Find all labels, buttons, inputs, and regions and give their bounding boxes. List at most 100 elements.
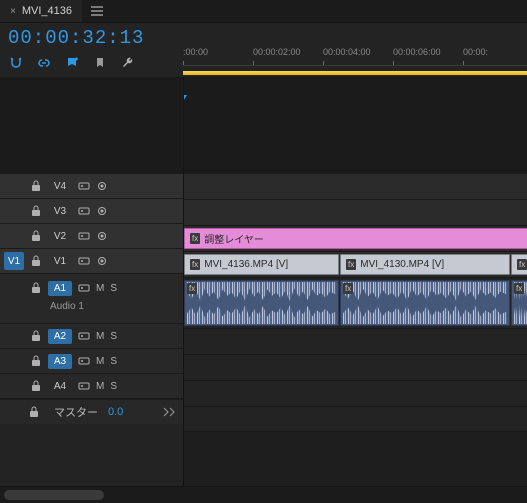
video-clip[interactable]: fxMVI_4130.MP4 [V] [340,254,510,275]
solo-button[interactable]: S [110,331,117,342]
audio-clip[interactable]: fx [511,280,527,326]
settings-wrench-icon[interactable] [120,55,136,71]
linked-selection-icon[interactable] [36,55,52,71]
horizontal-scrollbar[interactable] [0,486,527,503]
master-track-header[interactable]: マスター 0.0 [0,399,183,424]
audio-track-name: Audio 1 [4,301,117,312]
track-target[interactable]: A1 [48,281,72,296]
source-patch[interactable] [4,227,24,245]
snap-icon[interactable] [8,55,24,71]
toggle-track-output-icon[interactable] [96,256,108,266]
track-target[interactable]: V2 [48,229,72,244]
timeline-panel: × MVI_4136 00:00:32:13 [0,0,527,503]
toggle-sync-lock-icon[interactable] [78,206,90,216]
toggle-sync-lock-icon[interactable] [78,283,90,293]
master-out-icon[interactable] [163,407,175,417]
video-clip[interactable]: fxMVI_4136.MP4 [V] [184,254,339,275]
source-patch[interactable] [4,352,24,370]
track-lane-v3[interactable] [184,200,527,226]
toggle-sync-lock-icon[interactable] [78,331,90,341]
lock-icon[interactable] [26,205,46,217]
lock-icon[interactable] [24,406,44,418]
toggle-track-output-icon[interactable] [96,231,108,241]
timeline-body: V4V3V2V1V1 A1MSAudio 1A2MSA3MSA4MS マスター … [0,77,527,486]
clip-label: MVI_4130.MP4 [V] [360,259,444,270]
track-lane-v4[interactable] [184,174,527,200]
track-target[interactable]: A4 [48,379,72,394]
work-area-bar[interactable] [183,71,527,75]
track-lane-master[interactable] [184,407,527,432]
audio-clip[interactable]: fx [340,280,510,326]
track-target[interactable]: A2 [48,329,72,344]
track-header-a2[interactable]: A2 MS [0,324,183,349]
lock-icon[interactable] [26,180,46,192]
lock-icon[interactable] [26,380,46,392]
source-patch[interactable] [4,327,24,345]
track-header-a3[interactable]: A3 MS [0,349,183,374]
track-target[interactable]: V3 [48,204,72,219]
lock-icon[interactable] [26,255,46,267]
track-lane-a1[interactable]: fxfxfx [184,278,527,329]
sequence-tab[interactable]: × MVI_4136 [0,0,82,22]
track-lane-a4[interactable] [184,381,527,407]
toggle-sync-lock-icon[interactable] [78,231,90,241]
toggle-sync-lock-icon[interactable] [78,356,90,366]
solo-button[interactable]: S [110,283,117,294]
toggle-sync-lock-icon[interactable] [78,381,90,391]
track-lanes[interactable]: fx 調整レイヤー fxMVI_4136.MP4 [V]fxMVI_4130.M… [183,77,527,486]
mute-button[interactable]: M [96,381,104,392]
toggle-sync-lock-icon[interactable] [78,181,90,191]
adjustment-layer-clip[interactable]: fx 調整レイヤー [184,228,527,249]
source-patch[interactable] [4,279,24,297]
track-lane-v2[interactable]: fx 調整レイヤー [184,226,527,252]
audio-clip[interactable]: fx [184,280,339,326]
track-target[interactable]: A3 [48,354,72,369]
toggle-track-output-icon[interactable] [96,181,108,191]
track-lane-a2[interactable] [184,329,527,355]
time-ruler-area: :00:0000:00:02:0000:00:04:0000:00:06:000… [183,23,527,77]
track-lane-v1[interactable]: fxMVI_4136.MP4 [V]fxMVI_4130.MP4 [V] fx [184,252,527,278]
lock-icon[interactable] [26,230,46,242]
track-header-v1[interactable]: V1 V1 [0,249,183,274]
lock-icon[interactable] [26,330,46,342]
source-patch[interactable] [4,177,24,195]
mute-button[interactable]: M [96,331,104,342]
solo-button[interactable]: S [110,356,117,367]
track-target[interactable]: V4 [48,179,72,194]
toggle-track-output-icon[interactable] [96,206,108,216]
time-ruler[interactable]: :00:0000:00:02:0000:00:04:0000:00:06:000… [183,47,527,66]
fx-badge-icon: fx [514,283,524,294]
timeline-header: 00:00:32:13 :00:0000:00:0 [0,23,527,77]
track-target[interactable]: V1 [48,254,72,269]
fx-badge-icon: fx [517,259,527,270]
master-label: マスター [54,404,98,420]
track-header-v3[interactable]: V3 [0,199,183,224]
scroll-thumb[interactable] [4,490,104,500]
marker-icon[interactable] [92,55,108,71]
track-header-v2[interactable]: V2 [0,224,183,249]
mute-button[interactable]: M [96,283,104,294]
toggle-sync-lock-icon[interactable] [78,256,90,266]
ruler-tick: 00:00: [463,47,488,57]
lock-icon[interactable] [26,355,46,367]
master-value[interactable]: 0.0 [108,406,123,418]
close-tab-icon[interactable]: × [10,6,16,17]
add-marker-icon[interactable] [64,55,80,71]
mute-button[interactable]: M [96,356,104,367]
track-header-a4[interactable]: A4 MS [0,374,183,399]
track-header-a1[interactable]: A1 MS Audio 1 [0,274,183,324]
track-header-v4[interactable]: V4 [0,174,183,199]
playhead-timecode[interactable]: 00:00:32:13 [8,27,175,49]
panel-menu-icon[interactable] [88,2,106,20]
solo-button[interactable]: S [110,381,117,392]
source-patch[interactable] [4,202,24,220]
source-patch[interactable]: V1 [4,252,24,270]
tab-title: MVI_4136 [22,5,72,17]
lock-icon[interactable] [26,282,46,294]
ruler-tick: 00:00:02:00 [253,47,301,57]
track-lane-a3[interactable] [184,355,527,381]
empty-header-gap [0,77,183,174]
source-patch[interactable] [4,377,24,395]
ruler-tick: 00:00:04:00 [323,47,371,57]
video-clip[interactable]: fx [511,254,527,275]
